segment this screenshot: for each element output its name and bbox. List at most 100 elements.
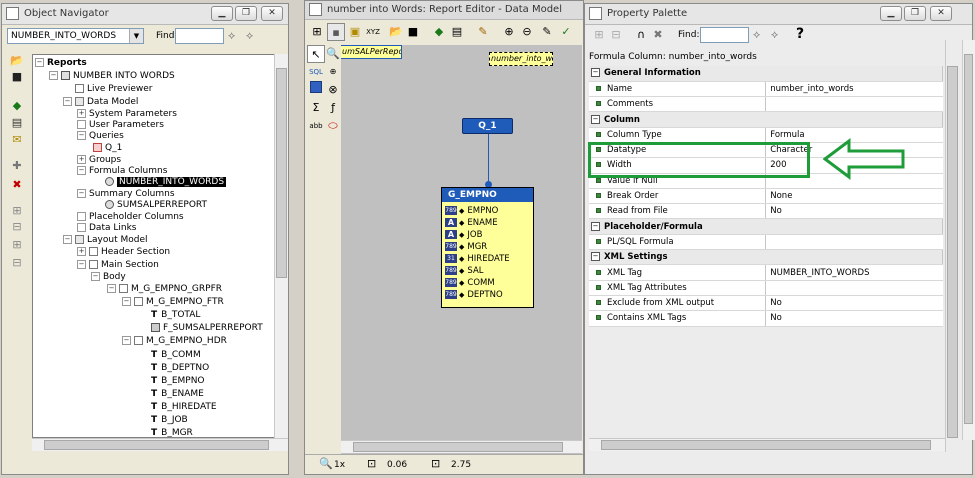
web-source-icon[interactable]: ▦	[327, 23, 345, 41]
section-general-information[interactable]: − General Information	[589, 66, 943, 82]
tree-node-m-g-empno-ftr[interactable]: − M_G_EMPNO_FTR	[122, 296, 224, 309]
property-value-plsql-formula[interactable]	[765, 234, 943, 251]
tree-node-m-g-empno-grpfr[interactable]: − M_G_EMPNO_GRPFR	[107, 283, 222, 296]
section-placeholder-formula[interactable]: − Placeholder/Formula	[589, 218, 943, 235]
collapse-toggle-icon[interactable]: −	[591, 252, 600, 262]
ref-cursor-tool-icon[interactable]: ⊕	[324, 63, 342, 81]
collapse-toggle-icon[interactable]: −	[591, 68, 600, 78]
magnify-tool-icon[interactable]: 🔍	[324, 45, 342, 63]
edit-icon[interactable]: ✎	[538, 23, 556, 41]
tree-node-live-previewer[interactable]: Live Previewer	[75, 83, 153, 96]
link-file-tool-icon[interactable]: ⬭	[324, 117, 342, 135]
editor-horizontal-scrollbar[interactable]	[341, 440, 582, 453]
scrollbar-thumb[interactable]	[964, 54, 973, 424]
help-icon[interactable]: ?	[796, 26, 804, 42]
placeholder-tool-icon[interactable]: abb	[307, 117, 325, 135]
group-column-job[interactable]: A ◆ JOB	[445, 229, 482, 241]
restore-button[interactable]: ❐	[235, 6, 257, 21]
property-row-plsql-formula[interactable]: PL/SQL Formula	[589, 234, 943, 251]
scrollbar-thumb[interactable]	[947, 66, 958, 438]
query-q1[interactable]: Q_1	[462, 118, 513, 134]
tree-node-header-section[interactable]: + Header Section	[77, 246, 170, 259]
tree-node-b-job[interactable]: T B_JOB	[151, 414, 188, 427]
expand-all-icon[interactable]: ⊞	[8, 236, 26, 254]
property-row-read-from-file[interactable]: Read from File No	[589, 203, 943, 220]
tree-node-m-g-empno-hdr[interactable]: − M_G_EMPNO_HDR	[122, 335, 227, 348]
create-icon[interactable]: ✚	[8, 157, 26, 175]
navigator-vertical-scrollbar[interactable]	[274, 54, 288, 438]
find-next-icon[interactable]: ⟡	[753, 28, 760, 42]
minimize-button[interactable]: ▁	[211, 6, 233, 21]
chart-icon[interactable]: ✓	[557, 23, 575, 41]
tree-node-b-deptno[interactable]: T B_DEPTNO	[151, 362, 209, 375]
chevron-down-icon[interactable]: ▼	[129, 29, 143, 43]
delete-icon[interactable]: ✖	[8, 176, 26, 194]
property-row-contains-xml-tags[interactable]: Contains XML Tags No	[589, 310, 943, 327]
save-icon[interactable]: ■	[404, 23, 422, 41]
property-value-name[interactable]: number_into_words	[765, 81, 943, 98]
scrollbar-thumb[interactable]	[353, 442, 563, 452]
close-button[interactable]: ✕	[261, 6, 283, 21]
tree-node-b-empno[interactable]: T B_EMPNO	[151, 375, 205, 388]
mail-icon[interactable]: ✉	[8, 131, 26, 149]
layout-view-icon[interactable]: ▣	[346, 23, 364, 41]
find-previous-icon[interactable]: ⟡	[246, 29, 253, 43]
close-button[interactable]: ✕	[930, 6, 952, 21]
scrollbar-thumb[interactable]	[601, 440, 931, 450]
find-next-icon[interactable]: ⟡	[228, 29, 235, 43]
tree-node-reports[interactable]: − Reports	[35, 57, 87, 70]
find-previous-icon[interactable]: ⟡	[771, 28, 778, 42]
select-tool-icon[interactable]: ↖	[307, 45, 325, 63]
print-icon[interactable]: ▤	[448, 23, 466, 41]
navigator-horizontal-scrollbar[interactable]	[32, 438, 288, 451]
save-icon[interactable]: ■	[8, 68, 26, 86]
tree-node-b-comm[interactable]: T B_COMM	[151, 349, 201, 362]
wizard-icon[interactable]: ✎	[474, 23, 492, 41]
tree-node-b-ename[interactable]: T B_ENAME	[151, 388, 204, 401]
scrollbar-thumb[interactable]	[276, 68, 287, 278]
print-icon[interactable]: ▤	[8, 114, 26, 132]
group-column-ename[interactable]: A ◆ ENAME	[445, 217, 498, 229]
union-icon[interactable]: ∩	[632, 26, 650, 44]
property-value-break-order[interactable]: None	[765, 188, 943, 205]
formula-column-tool-icon[interactable]: ƒ	[324, 99, 342, 117]
collapse-toggle-icon[interactable]: −	[35, 58, 44, 67]
scrollbar-thumb[interactable]	[44, 440, 269, 450]
collapse-toggle-icon[interactable]: −	[591, 114, 600, 124]
property-row-exclude-xml[interactable]: Exclude from XML output No	[589, 295, 943, 312]
minimize-button[interactable]: ▁	[880, 6, 902, 21]
restore-button[interactable]: ❐	[904, 6, 926, 21]
pin-icon[interactable]: ✖	[649, 26, 667, 44]
expand-icon[interactable]: ⊞	[590, 26, 608, 44]
property-value-xml-tag[interactable]: NUMBER_INTO_WORDS	[765, 264, 943, 281]
group-column-deptno[interactable]: 789 ◆ DEPTNO	[445, 289, 503, 301]
group-column-comm[interactable]: 789 ◆ COMM	[445, 277, 495, 289]
collapse-icon[interactable]: ⊟	[8, 218, 26, 236]
property-row-xml-tag[interactable]: XML Tag NUMBER_INTO_WORDS	[589, 264, 943, 281]
paper-design-icon[interactable]: XYZ	[364, 23, 382, 41]
collapse-toggle-icon[interactable]: −	[591, 221, 600, 231]
run-icon[interactable]: ◆	[8, 97, 26, 115]
property-value-exclude-xml[interactable]: No	[765, 295, 943, 312]
property-value-comments[interactable]	[765, 96, 943, 113]
right-edge-scrollbar[interactable]	[962, 40, 975, 440]
collapse-toggle-icon[interactable]: −	[49, 71, 58, 80]
report-combo[interactable]: NUMBER_INTO_WORDS ▼	[7, 28, 144, 44]
zoom-in-icon[interactable]: ⊕	[500, 23, 518, 41]
tree-node-f-sumsalperreport[interactable]: F_SUMSALPERREPORT	[151, 322, 263, 335]
property-row-comments[interactable]: Comments	[589, 96, 943, 113]
find-input[interactable]	[175, 28, 224, 44]
tree-node-report[interactable]: − NUMBER INTO WORDS	[49, 70, 175, 83]
group-column-mgr[interactable]: 789 ◆ MGR	[445, 241, 487, 253]
palette-find-input[interactable]	[700, 27, 749, 43]
palette-horizontal-scrollbar[interactable]	[589, 438, 945, 451]
group-g-empno[interactable]: G_EMPNO 789 ◆ EMPNO A ◆ ENAME A ◆ JOB 789 ◆ MGR …	[441, 187, 534, 308]
section-xml-settings[interactable]: − XML Settings	[589, 249, 943, 266]
property-row-name[interactable]: Name number_into_words	[589, 81, 943, 98]
cross-product-tool-icon[interactable]	[307, 81, 325, 99]
tree-node-b-mgr[interactable]: T B_MGR	[151, 427, 193, 437]
palette-vertical-scrollbar[interactable]	[945, 40, 959, 452]
sql-query-tool-icon[interactable]: SQL	[307, 63, 325, 81]
group-column-sal[interactable]: 789 ◆ SAL	[445, 265, 484, 277]
run-icon[interactable]: ◆	[430, 23, 448, 41]
